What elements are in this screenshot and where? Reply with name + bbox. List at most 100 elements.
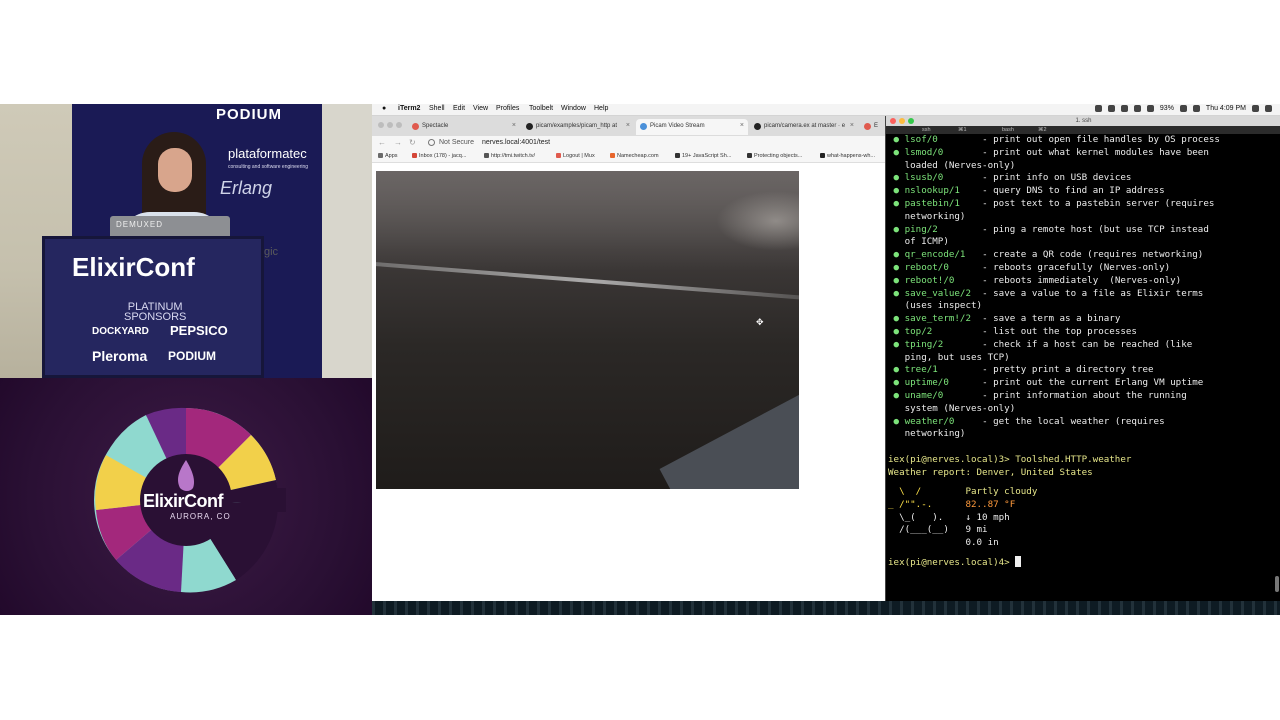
menu-window[interactable]: Window [561,105,586,112]
close-tab-icon[interactable]: × [626,122,630,129]
weather-row: 0.0 in [888,537,999,550]
minimize-window-button[interactable] [387,122,393,128]
bookmark-mux[interactable]: Logout | Mux [556,153,595,159]
close-tab-icon[interactable]: × [850,122,854,129]
weather-report-title: Weather report: Denver, United States [888,466,1093,478]
bullet-icon: ● [888,249,905,261]
security-status[interactable]: Not Secure [439,139,474,146]
bookmark-javascript[interactable]: 19+ JavaScript Sh... [675,153,731,159]
tab-label: Spectacle [422,123,449,129]
close-tab-icon[interactable]: × [740,122,744,129]
prompt-command: iex(pi@nerves.local)3> Toolshed.HTTP.wea… [888,454,1132,465]
bluetooth-icon[interactable] [1133,105,1141,112]
zoom-window-button[interactable] [908,118,914,124]
help-description: - reboots immediately (Nerves-only) [982,274,1182,286]
close-window-button[interactable] [890,118,896,124]
bookmark-label: Logout | Mux [563,153,595,159]
video-corner-object [659,375,799,489]
weather-value: 0.0 in [965,537,999,549]
zoom-window-button[interactable] [396,122,402,128]
tab-picam-video-stream[interactable]: Picam Video Stream × [636,119,748,135]
conference-logo-panel: ElixirConf AURORA, CO [0,378,372,615]
cursor-caret [1015,556,1022,568]
bullet-icon: ● [888,198,905,209]
battery-percent[interactable]: 93% [1160,105,1174,112]
back-icon[interactable]: ← [378,138,386,147]
terminal-scrollbar[interactable] [1275,576,1279,592]
spotlight-icon[interactable] [1252,105,1259,112]
prompt-line: iex(pi@nerves.local)3> Toolshed.HTTP.wea… [888,454,1131,467]
wifi-icon[interactable] [1146,105,1154,112]
display-icon[interactable] [1192,105,1200,112]
address-bar[interactable]: Not Secure nerves.local:4001/test [424,138,824,149]
forward-icon[interactable]: → [394,138,402,147]
menu-profiles[interactable]: Profiles [496,105,519,112]
terminal-output[interactable]: ● lsof/0 - print out open file handles b… [886,134,1276,601]
help-line: ● uptime/0 - print out the current Erlan… [888,377,1204,390]
tab-picam-camera[interactable]: picam/camera.ex at master · e × [750,119,858,135]
help-line: ● qr_encode/1 - create a QR code (requir… [888,249,1204,262]
menu-shell[interactable]: Shell [429,105,445,112]
stage: PODIUM plataformatec consulting and soft… [0,0,1280,720]
tab-picam-examples[interactable]: picam/examples/picam_http at × [522,119,634,135]
weather-art-icon: \_( ). [888,511,966,523]
help-description: - query DNS to find an IP address [982,185,1165,197]
menu-edit[interactable]: Edit [453,105,465,112]
github-icon [526,123,533,130]
bookmark-protecting[interactable]: Protecting objects... [747,153,802,159]
bullet-icon: ● [888,313,905,325]
help-description: - print information about the running [982,390,1187,401]
help-line: ● lsmod/0 - print out what kernel module… [888,147,1209,160]
apple-menu-icon[interactable]: ● [382,105,386,112]
tab-label: picam/examples/picam_http at [536,123,618,129]
chrome-window: Spectacle × picam/examples/picam_http at… [372,116,886,601]
help-command: tping/2 [904,338,983,350]
bookmark-inbox[interactable]: Inbox (178) - jacq... [412,153,466,159]
tab-label: Picam Video Stream [650,123,705,129]
help-description: networking) [904,428,966,440]
help-description: (uses inspect) [904,300,983,312]
help-line: (uses inspect) [888,300,982,313]
help-description: - print info on USB devices [982,172,1132,184]
menu-help[interactable]: Help [594,105,608,112]
camera-video-stream[interactable]: ✥ [376,171,799,489]
info-icon[interactable] [428,139,435,146]
globe-icon [484,153,489,158]
page-content: ✥ [372,163,886,601]
help-command: reboot/0 [904,262,983,273]
speaker-face [158,148,192,192]
close-window-button[interactable] [378,122,384,128]
menu-app-name[interactable]: iTerm2 [398,105,420,112]
help-line: ● reboot/0 - reboots gracefully (Nerves-… [888,262,1171,275]
help-description: networking) [904,210,966,222]
bullet-icon: ● [888,172,905,184]
bookmark-apps[interactable]: Apps [378,153,398,159]
notification-center-icon[interactable] [1265,105,1272,112]
battery-icon[interactable] [1179,105,1187,112]
plataformatec-tagline: consulting and software engineering [228,164,309,170]
terminal-tab-ssh[interactable]: ssh [922,127,931,133]
terminal-tab-bash[interactable]: bash [1002,127,1014,133]
sponsor-pleroma: Pleroma [92,348,148,364]
bookmark-what-happens[interactable]: what-happens-wh... [820,153,875,159]
tab-spectacle[interactable]: Spectacle × [408,119,520,135]
bookmark-twitch[interactable]: http://tmi.twitch.tv/ [484,153,535,159]
status-icon[interactable] [1094,105,1102,112]
help-command: top/2 [904,326,983,337]
status-icon[interactable] [1107,105,1115,112]
help-description: - pretty print a directory tree [982,364,1154,376]
status-icon[interactable] [1120,105,1128,112]
close-tab-icon[interactable]: × [512,122,516,129]
reload-icon[interactable]: ↻ [409,138,416,147]
menu-view[interactable]: View [473,105,488,112]
help-description: loaded (Nerves-only) [904,159,1016,171]
menu-clock[interactable]: Thu 4:09 PM [1206,105,1246,112]
help-command: lsof/0 [904,134,983,145]
bookmark-namecheap[interactable]: Namecheap.com [610,153,659,159]
url-text[interactable]: nerves.local:4001/test [482,139,550,146]
minimize-window-button[interactable] [899,118,905,124]
tab-partial[interactable]: E [860,119,886,135]
bullet-icon: ● [888,377,905,389]
menu-toolbelt[interactable]: Toolbelt [529,105,553,112]
tab-favicon [640,123,647,130]
